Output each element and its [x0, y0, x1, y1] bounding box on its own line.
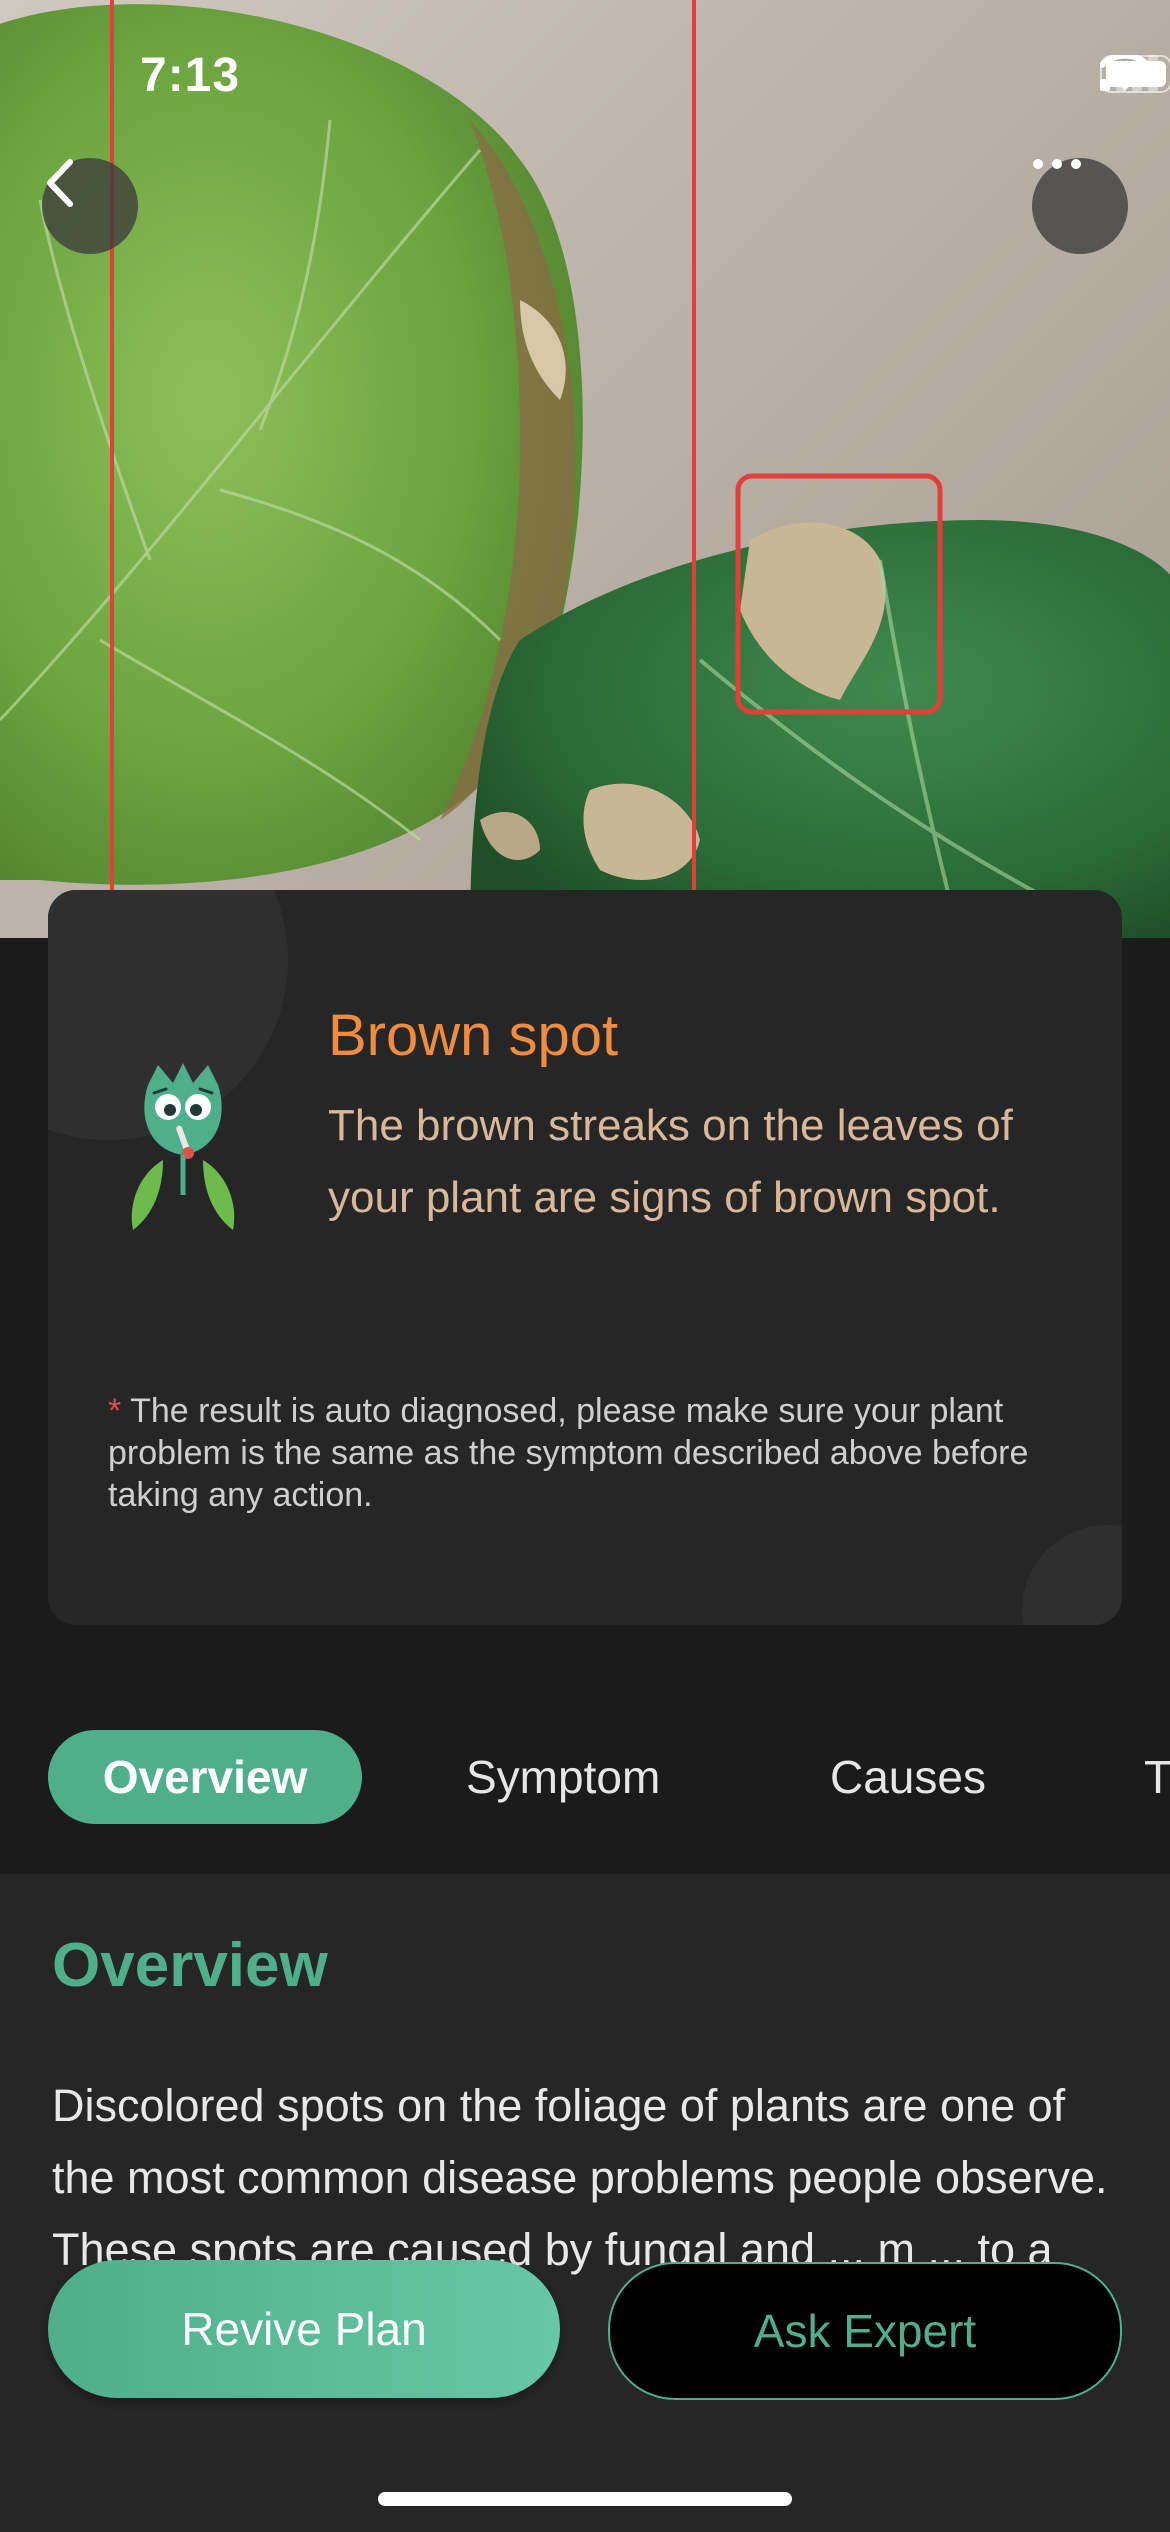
- diagnosis-disclaimer: * The result is auto diagnosed, please m…: [108, 1390, 1068, 1516]
- more-options-button[interactable]: [1032, 158, 1128, 254]
- back-button[interactable]: [42, 158, 138, 254]
- disease-title: Brown spot: [328, 1003, 619, 1068]
- tab-causes[interactable]: Causes: [830, 1730, 986, 1824]
- diagnosis-photo: 7:13: [0, 0, 1170, 938]
- battery-icon: [1100, 55, 1170, 93]
- ask-expert-button[interactable]: Ask Expert: [608, 2262, 1122, 2400]
- tab-overview[interactable]: Overview: [48, 1730, 362, 1824]
- tab-symptom[interactable]: Symptom: [466, 1730, 660, 1824]
- section-tabs: Overview Symptom Causes T: [0, 1730, 1170, 1830]
- disease-description: The brown streaks on the leaves of your …: [328, 1101, 1013, 1222]
- disclaimer-asterisk: *: [108, 1392, 122, 1430]
- chevron-left-icon: [47, 159, 73, 207]
- overview-section: Overview Discolored spots on the foliage…: [0, 1874, 1170, 2532]
- home-indicator: [378, 2492, 792, 2506]
- revive-plan-button[interactable]: Revive Plan: [48, 2260, 560, 2398]
- section-title: Overview: [52, 1931, 328, 2000]
- status-time: 7:13: [140, 49, 241, 102]
- ellipsis-icon: [1033, 159, 1081, 169]
- tab-next[interactable]: T: [1144, 1730, 1170, 1824]
- sick-plant-mascot-icon: [131, 1063, 235, 1230]
- disclaimer-text: The result is auto diagnosed, please mak…: [108, 1392, 1029, 1514]
- diagnosis-card: Brown spot The brown streaks on the leav…: [48, 890, 1122, 1625]
- status-bar: 7:13: [0, 0, 1170, 150]
